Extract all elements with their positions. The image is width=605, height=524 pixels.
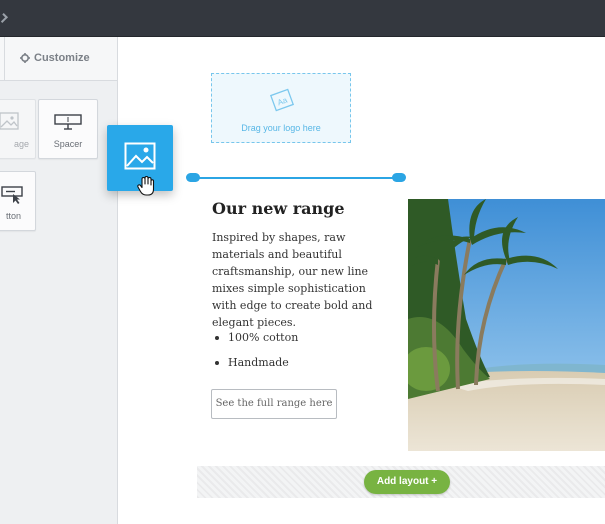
add-layout-button[interactable]: Add layout +: [364, 470, 450, 494]
chevron-right-icon[interactable]: [0, 13, 8, 23]
tab-divider: [4, 37, 5, 80]
beach-image: [408, 199, 605, 451]
see-range-button[interactable]: See the full range here: [211, 389, 337, 419]
tab-customize[interactable]: Customize: [20, 52, 90, 64]
tile-label: age: [13, 139, 29, 149]
button-icon: [1, 186, 23, 204]
blocks-panel: Customize age Spacer tton: [0, 37, 118, 524]
drop-indicator-line: [192, 177, 404, 179]
tile-label: Spacer: [53, 139, 83, 149]
hand-cursor-icon: [137, 175, 155, 196]
svg-text:Aa: Aa: [276, 95, 289, 107]
drop-indicator-handle: [186, 173, 200, 182]
beach-photo[interactable]: [408, 199, 605, 451]
logo-dropzone[interactable]: Aa Drag your logo here: [211, 73, 351, 143]
image-icon: [124, 142, 156, 170]
tab-customize-label: Customize: [34, 52, 90, 64]
section-title[interactable]: Our new range: [212, 199, 345, 218]
spacer-icon: [54, 114, 82, 130]
bullet-list[interactable]: 100% cotton Handmade: [212, 330, 298, 380]
image-icon: [0, 112, 19, 130]
block-tile-button[interactable]: tton: [0, 171, 36, 231]
section-body[interactable]: Inspired by shapes, raw materials and be…: [212, 229, 392, 331]
logo-dropzone-label: Drag your logo here: [241, 123, 321, 133]
list-item: 100% cotton: [212, 330, 298, 355]
logo-icon: Aa: [269, 88, 295, 112]
panel-tabs: Customize: [0, 37, 117, 81]
top-bar: [0, 0, 605, 37]
block-tile-spacer[interactable]: Spacer: [38, 99, 98, 159]
block-tile-image[interactable]: age: [0, 99, 36, 159]
tile-label: tton: [5, 211, 21, 221]
list-item: Handmade: [212, 355, 298, 380]
gear-icon: [20, 53, 30, 63]
drop-indicator-handle: [392, 173, 406, 182]
